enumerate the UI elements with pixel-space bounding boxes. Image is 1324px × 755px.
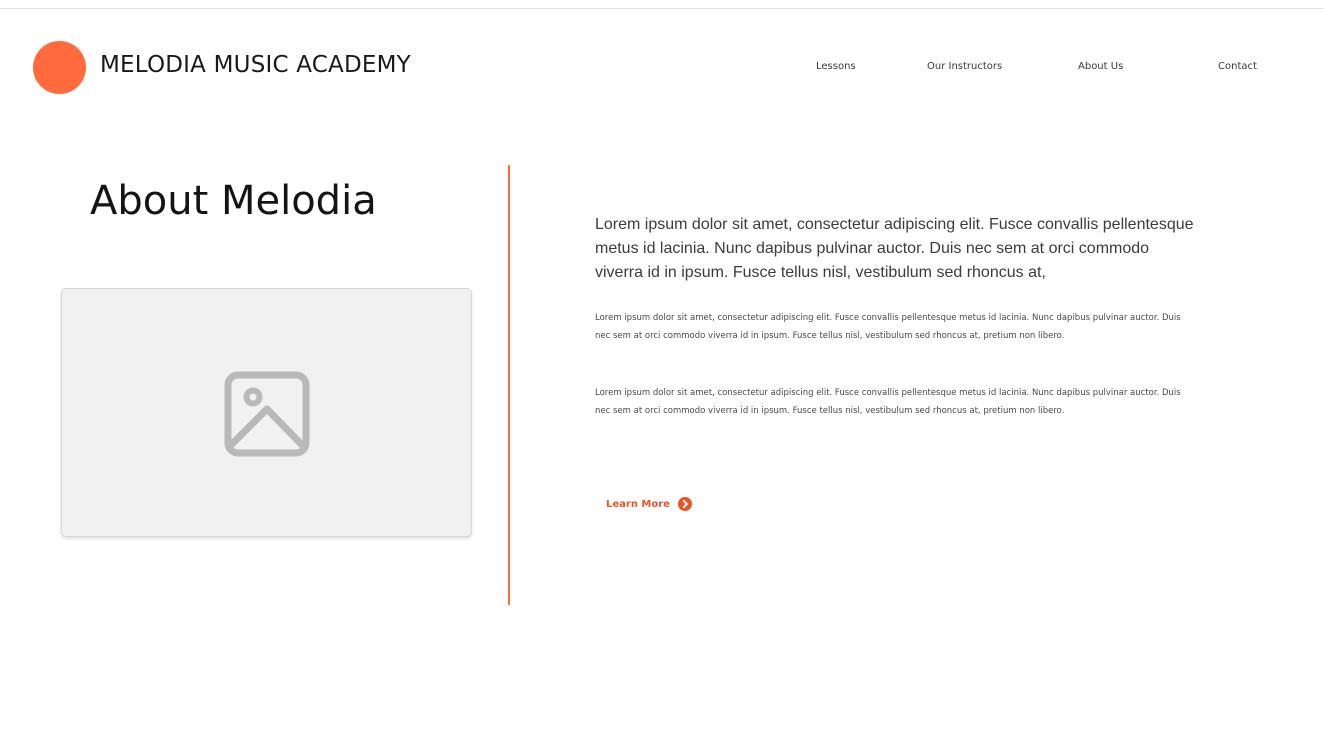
lead-paragraph: Lorem ipsum dolor sit amet, consectetur …: [595, 216, 1194, 281]
image-placeholder: [61, 288, 472, 537]
top-border: [0, 8, 1324, 9]
learn-more-label: Learn More: [606, 498, 670, 510]
body-paragraph: Lorem ipsum dolor sit amet, consectetur …: [595, 388, 1181, 416]
image-placeholder-icon: [224, 371, 310, 457]
learn-more-link[interactable]: Learn More: [606, 497, 692, 511]
nav-item-contact[interactable]: Contact: [1218, 61, 1257, 72]
chevron-right-circle-icon: [677, 497, 692, 511]
section-divider: [508, 165, 510, 605]
nav-item-our-instructors[interactable]: Our Instructors: [927, 61, 1002, 72]
body-paragraph: Lorem ipsum dolor sit amet, consectetur …: [595, 313, 1181, 341]
main-nav: Lessons Our Instructors About Us Contact: [0, 61, 1324, 77]
nav-item-about-us[interactable]: About Us: [1078, 61, 1123, 72]
page-title: About Melodia: [90, 178, 377, 224]
nav-item-lessons[interactable]: Lessons: [816, 61, 856, 72]
